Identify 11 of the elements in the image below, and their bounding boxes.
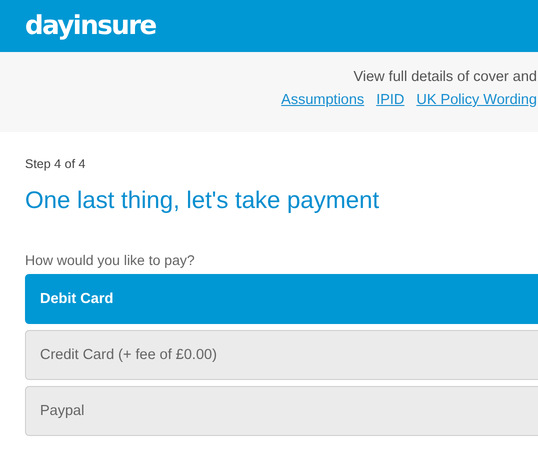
logo[interactable]: dayinsure [25,11,156,41]
payment-option[interactable]: Debit Card [25,274,538,324]
info-text: View full details of cover and [353,69,537,85]
document-link[interactable]: UK Policy Wording [416,92,537,108]
document-link[interactable]: IPID [376,92,404,108]
page-heading: One last thing, let's take payment [25,187,380,215]
document-link[interactable]: Assumptions [281,92,364,108]
question-label: How would you like to pay? [25,252,196,268]
payment-option[interactable]: Credit Card (+ fee of £0.00) [25,330,538,380]
step-indicator: Step 4 of 4 [25,157,86,171]
payment-option[interactable]: Paypal [25,386,538,436]
